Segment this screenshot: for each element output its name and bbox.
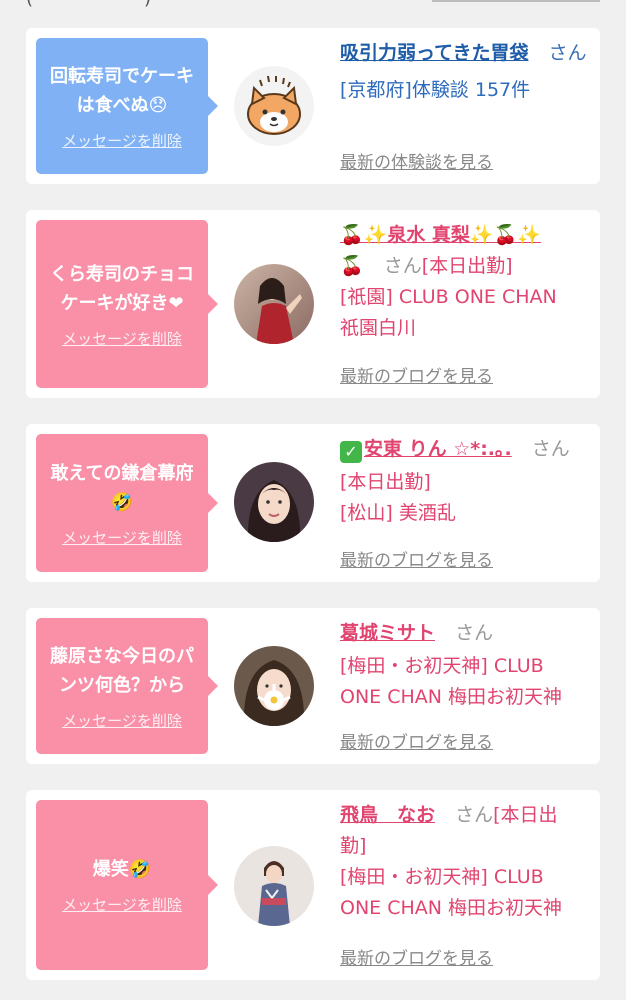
latest-blog-link[interactable]: 最新のブログを見る <box>340 728 493 753</box>
message-text: 回転寿司でケーキは食べぬ😞 <box>50 65 194 116</box>
top-divider <box>432 0 600 2</box>
latest-blog-link[interactable]: 最新のブログを見る <box>340 546 493 571</box>
user-info: 飛鳥 なお さん[本日出 勤] [梅田・お初天神] CLUB ONE CHAN … <box>340 800 590 924</box>
woman-red-dress-avatar[interactable] <box>234 264 314 344</box>
message-bubble: くら寿司のチョコケーキが好き❤ メッセージを削除 <box>36 220 218 388</box>
shop-area: ONE CHAN 梅田お初天神 <box>340 897 563 919</box>
honorific: さん <box>548 42 587 64</box>
user-info: ✓ 安東 りん ☆*:.｡. さん [本日出勤] [松山] 美酒乱 <box>340 434 590 529</box>
message-card: くら寿司のチョコケーキが好き❤ メッセージを削除 🍒✨泉水 真梨✨🍒✨ 🍒 さん… <box>26 210 600 398</box>
message-card: 敢えての鎌倉幕府🤣 メッセージを削除 ✓ 安東 りん ☆*:.｡. さん [本日出… <box>26 424 600 582</box>
user-name-link[interactable]: 安東 りん ☆*:.｡. <box>364 438 512 460</box>
woman-flower-avatar[interactable] <box>234 646 314 726</box>
message-bubble: 爆笑🤣 メッセージを削除 <box>36 800 218 970</box>
user-name-link[interactable]: 飛鳥 なお <box>340 804 435 826</box>
user-name-link[interactable]: 葛城ミサト <box>340 622 435 644</box>
honorific: さん <box>531 438 570 460</box>
shiba-dog-avatar[interactable] <box>234 66 314 146</box>
shop-area: ONE CHAN 梅田お初天神 <box>340 686 563 708</box>
honorific: さん <box>383 255 422 277</box>
check-icon: ✓ <box>340 441 362 463</box>
top-paren-left: ( <box>26 0 33 9</box>
woman-selfie-avatar[interactable] <box>234 462 314 542</box>
delete-message-link[interactable]: メッセージを削除 <box>62 328 182 349</box>
honorific: さん <box>455 804 494 826</box>
message-bubble: 回転寿司でケーキは食べぬ😞 メッセージを削除 <box>36 38 218 174</box>
delete-message-link[interactable]: メッセージを削除 <box>62 710 182 731</box>
message-bubble: 敢えての鎌倉幕府🤣 メッセージを削除 <box>36 434 218 572</box>
shop-area: 祇園白川 <box>340 317 417 339</box>
attendance-tag: [本日出勤] <box>340 471 431 493</box>
attendance-tag: [本日出 <box>493 804 558 826</box>
latest-review-link[interactable]: 最新の体験談を見る <box>340 148 493 173</box>
delete-message-link[interactable]: メッセージを削除 <box>62 894 182 915</box>
message-card: 爆笑🤣 メッセージを削除 飛鳥 なお さん[本日出 勤] [梅田・お初天神] C… <box>26 790 600 980</box>
cherry-icon: 🍒 <box>340 255 364 277</box>
user-info: 葛城ミサト さん [梅田・お初天神] CLUB ONE CHAN 梅田お初天神 <box>340 618 590 713</box>
message-text: くら寿司のチョコケーキが好き❤ <box>50 263 194 314</box>
top-remnant: ( ) <box>0 0 626 14</box>
attendance-tag: [本日出勤] <box>421 255 513 277</box>
shop-name: [祇園] CLUB ONE CHAN <box>340 286 557 308</box>
user-info: 吸引力弱ってきた胃袋 さん [京都府]体験談 157件 <box>340 38 590 106</box>
top-paren-right: ) <box>144 0 151 9</box>
shop-name: [梅田・お初天神] CLUB <box>340 655 544 677</box>
user-name-link[interactable]: 🍒✨泉水 真梨✨🍒✨ <box>340 224 541 246</box>
honorific: さん <box>455 622 494 644</box>
message-text: 藤原さな今日のパンツ何色？から <box>50 645 194 696</box>
attendance-tag-cont: 勤] <box>340 835 367 857</box>
user-info: 🍒✨泉水 真梨✨🍒✨ 🍒 さん[本日出勤] [祇園] CLUB ONE CHAN… <box>340 220 590 344</box>
latest-blog-link[interactable]: 最新のブログを見る <box>340 362 493 387</box>
woman-kimono-avatar[interactable] <box>234 846 314 926</box>
shop-name: [梅田・お初天神] CLUB <box>340 866 544 888</box>
message-card: 回転寿司でケーキは食べぬ😞 メッセージを削除 吸引力弱ってきた胃袋 さん [京都… <box>26 28 600 184</box>
latest-blog-link[interactable]: 最新のブログを見る <box>340 944 493 969</box>
delete-message-link[interactable]: メッセージを削除 <box>62 527 182 548</box>
message-text: 爆笑🤣 <box>92 859 152 880</box>
review-count: [京都府]体験談 157件 <box>340 79 531 101</box>
shop-name: [松山] 美酒乱 <box>340 502 456 524</box>
message-bubble: 藤原さな今日のパンツ何色？から メッセージを削除 <box>36 618 218 754</box>
user-name-link[interactable]: 吸引力弱ってきた胃袋 <box>340 42 528 64</box>
message-text: 敢えての鎌倉幕府🤣 <box>50 462 194 513</box>
message-card: 藤原さな今日のパンツ何色？から メッセージを削除 葛城ミサト さん [梅田・お初… <box>26 608 600 764</box>
delete-message-link[interactable]: メッセージを削除 <box>62 130 182 151</box>
